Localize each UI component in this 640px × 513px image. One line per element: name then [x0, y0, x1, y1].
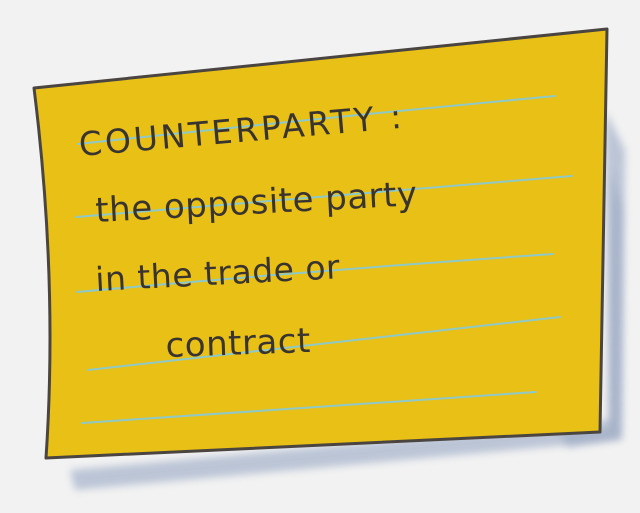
note-line-4: contract	[165, 321, 312, 366]
note-illustration: COUNTERPARTY : the opposite party in the…	[32, 27, 625, 490]
